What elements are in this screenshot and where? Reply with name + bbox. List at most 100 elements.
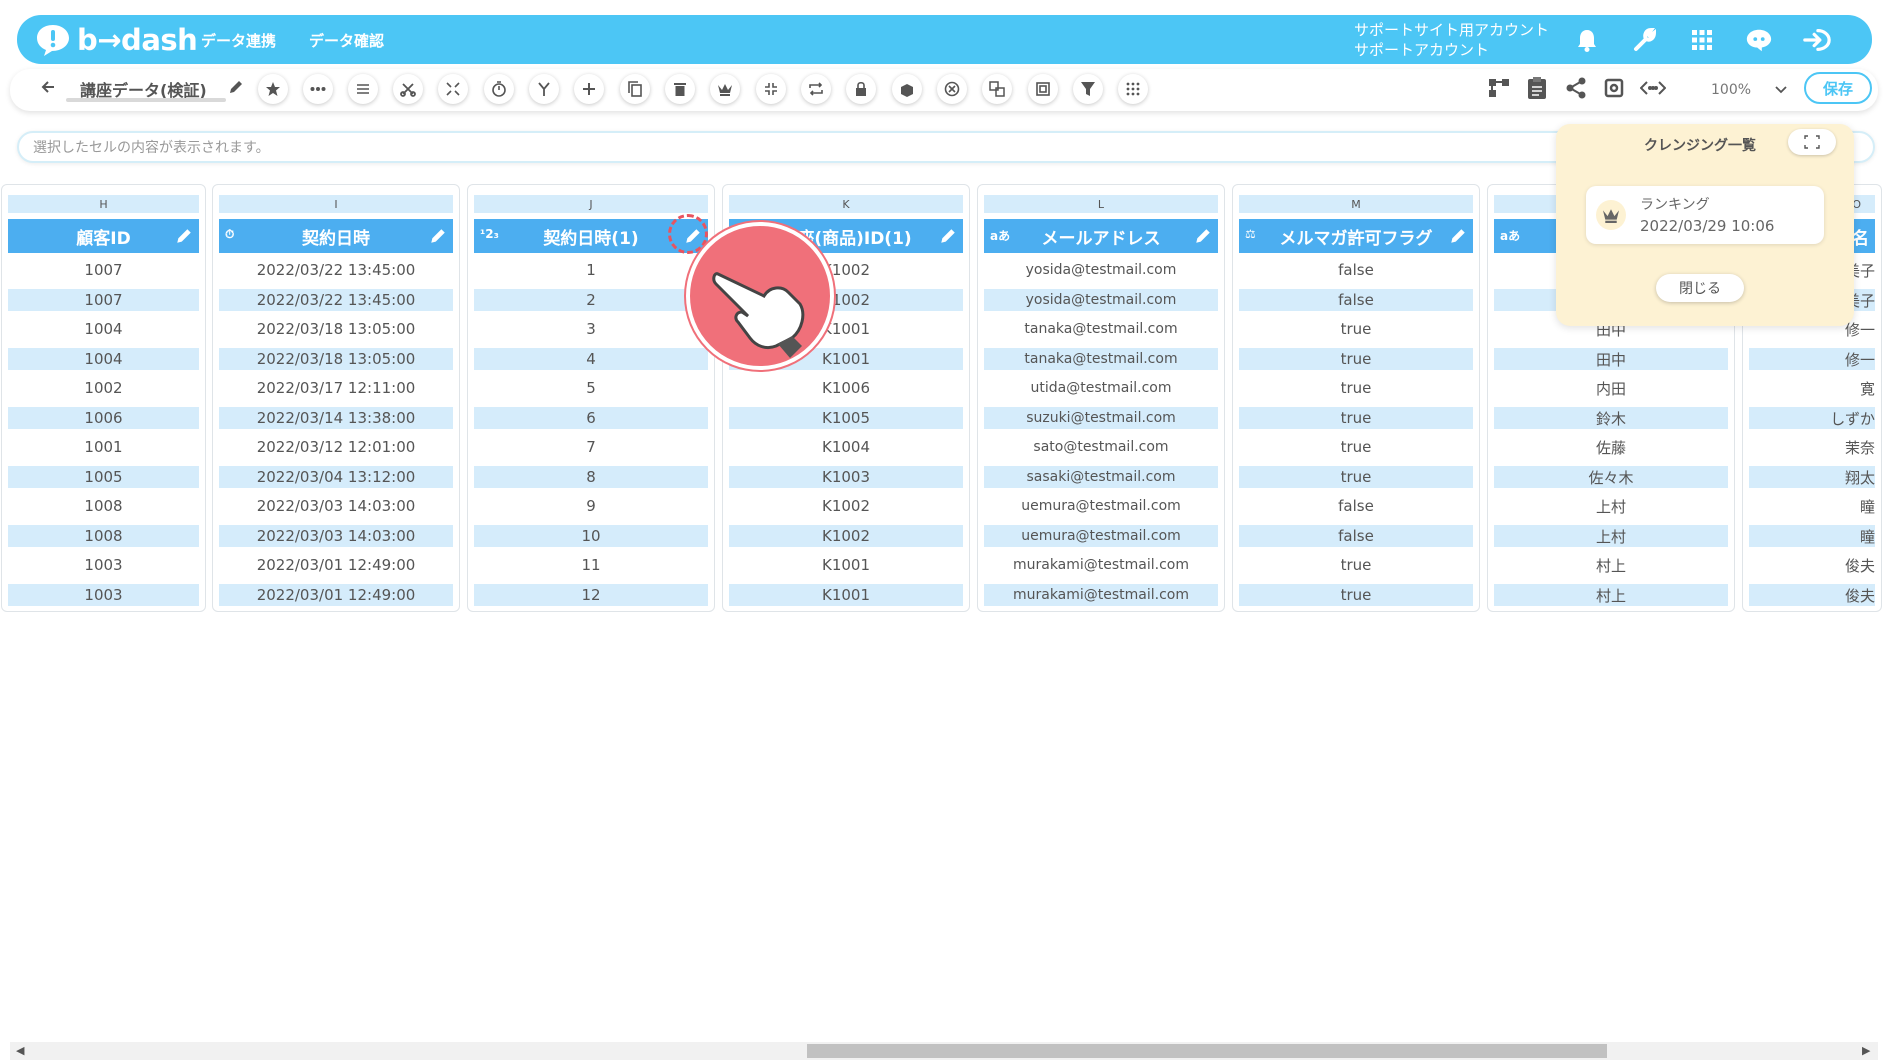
grid-cell[interactable]: 寛 [1749,377,1875,399]
grid-cell[interactable]: yosida@testmail.com [984,289,1218,311]
grid-cell[interactable]: 1003 [8,554,199,576]
grid-cell[interactable]: 1001 [8,436,199,458]
collapse-icon[interactable] [756,74,786,104]
grid-cell[interactable]: 2022/03/12 12:01:00 [219,436,453,458]
column-letter[interactable]: K [729,195,963,213]
grid-cell[interactable]: 内田 [1494,377,1728,399]
grid-cell[interactable]: 2022/03/18 13:05:00 [219,318,453,340]
scroll-left-icon[interactable]: ◀ [16,1044,24,1057]
grid-cell[interactable]: 瞳 [1749,525,1875,547]
grid-cell[interactable]: 1007 [8,289,199,311]
column-header[interactable]: 顧客ID [8,219,199,253]
bell-icon[interactable] [1573,26,1601,54]
grid-cell[interactable]: true [1239,466,1473,488]
zoom-select[interactable]: 100% [1685,76,1795,104]
crown-icon[interactable] [710,74,740,104]
share-icon[interactable] [1565,77,1587,103]
timer-icon[interactable] [484,74,514,104]
split-icon[interactable] [438,74,468,104]
column-letter[interactable]: M [1239,195,1473,213]
trash-icon[interactable] [665,74,695,104]
grid-cell[interactable]: 2022/03/01 12:49:00 [219,554,453,576]
grid-cell[interactable]: true [1239,407,1473,429]
grid-cell[interactable]: 1004 [8,318,199,340]
grid-cell[interactable]: K1002 [729,495,963,517]
grid-cell[interactable]: 瞳 [1749,495,1875,517]
grid-cell[interactable]: uemura@testmail.com [984,525,1218,547]
cancel-icon[interactable] [937,74,967,104]
grid-cell[interactable]: murakami@testmail.com [984,554,1218,576]
history-icon[interactable] [1603,77,1625,103]
grid-cell[interactable]: murakami@testmail.com [984,584,1218,606]
logo[interactable]: b→dash [35,23,198,57]
grid-cell[interactable]: yosida@testmail.com [984,259,1218,281]
grid-cell[interactable]: 1007 [8,259,199,281]
export-icon[interactable] [892,74,922,104]
frame-icon[interactable] [1028,74,1058,104]
grid-cell[interactable]: 俊夫 [1749,554,1875,576]
grid-cell[interactable]: K1005 [729,407,963,429]
filter-icon[interactable] [1073,74,1103,104]
back-arrow-icon[interactable] [40,79,56,99]
grid-dots-icon[interactable] [1118,74,1148,104]
grid-cell[interactable]: 1008 [8,495,199,517]
column-letter[interactable]: L [984,195,1218,213]
grid-cell[interactable]: K1001 [729,584,963,606]
title-edit-icon[interactable] [228,79,244,99]
grid-cell[interactable]: 10 [474,525,708,547]
grid-cell[interactable]: 上村 [1494,525,1728,547]
edit-icon[interactable] [1194,227,1212,245]
grid-cell[interactable]: uemura@testmail.com [984,495,1218,517]
grid-cell[interactable]: 2 [474,289,708,311]
cleansing-item[interactable]: ランキング 2022/03/29 10:06 [1586,186,1824,244]
grid-cell[interactable]: true [1239,348,1473,370]
wrench-icon[interactable] [1631,26,1659,54]
grid-cell[interactable]: K1006 [729,377,963,399]
grid-cell[interactable]: 4 [474,348,708,370]
edit-icon[interactable] [939,227,957,245]
edit-icon[interactable] [429,227,447,245]
grid-cell[interactable]: 上村 [1494,495,1728,517]
grid-cell[interactable]: true [1239,377,1473,399]
account-info[interactable]: サポートサイト用アカウント サポートアカウント [1354,20,1549,60]
grid-cell[interactable]: 2022/03/22 13:45:00 [219,289,453,311]
loop-icon[interactable] [801,74,831,104]
column-header[interactable]: ⚖ メルマガ許可フラグ [1239,219,1473,253]
grid-cell[interactable]: suzuki@testmail.com [984,407,1218,429]
column-letter[interactable]: I [219,195,453,213]
grid-cell[interactable]: 2022/03/03 14:03:00 [219,525,453,547]
grid-cell[interactable]: 12 [474,584,708,606]
grid-cell[interactable]: 2022/03/03 14:03:00 [219,495,453,517]
grid-cell[interactable]: true [1239,554,1473,576]
grid-cell[interactable]: 2022/03/18 13:05:00 [219,348,453,370]
grid-cell[interactable]: 11 [474,554,708,576]
grid-cell[interactable]: K1004 [729,436,963,458]
grid-cell[interactable]: sato@testmail.com [984,436,1218,458]
grid-cell[interactable]: tanaka@testmail.com [984,348,1218,370]
grid-cell[interactable]: sasaki@testmail.com [984,466,1218,488]
grid-cell[interactable]: 村上 [1494,584,1728,606]
grid-cell[interactable]: true [1239,436,1473,458]
star-icon[interactable] [258,74,288,104]
save-button[interactable]: 保存 [1804,72,1872,104]
list-icon[interactable] [348,74,378,104]
nav-data-link[interactable]: データ連携 [201,30,276,51]
grid-cell[interactable]: 俊夫 [1749,584,1875,606]
grid-cell[interactable]: true [1239,318,1473,340]
grid-cell[interactable]: 2022/03/17 12:11:00 [219,377,453,399]
grid-cell[interactable]: 佐藤 [1494,436,1728,458]
grid-cell[interactable]: 鈴木 [1494,407,1728,429]
nav-data-check[interactable]: データ確認 [309,30,384,51]
chat-bot-icon[interactable] [1745,26,1773,54]
grid-cell[interactable]: tanaka@testmail.com [984,318,1218,340]
grid-cell[interactable]: K1003 [729,466,963,488]
grid-cell[interactable]: 3 [474,318,708,340]
grid-cell[interactable]: 1005 [8,466,199,488]
close-button[interactable]: 閉じる [1656,274,1744,302]
grid-cell[interactable]: 5 [474,377,708,399]
grid-cell[interactable]: true [1239,584,1473,606]
grid-cell[interactable]: 2022/03/04 13:12:00 [219,466,453,488]
flow-icon[interactable] [1488,78,1510,102]
scrollbar-thumb[interactable] [807,1044,1607,1058]
scroll-right-icon[interactable]: ▶ [1862,1044,1870,1057]
